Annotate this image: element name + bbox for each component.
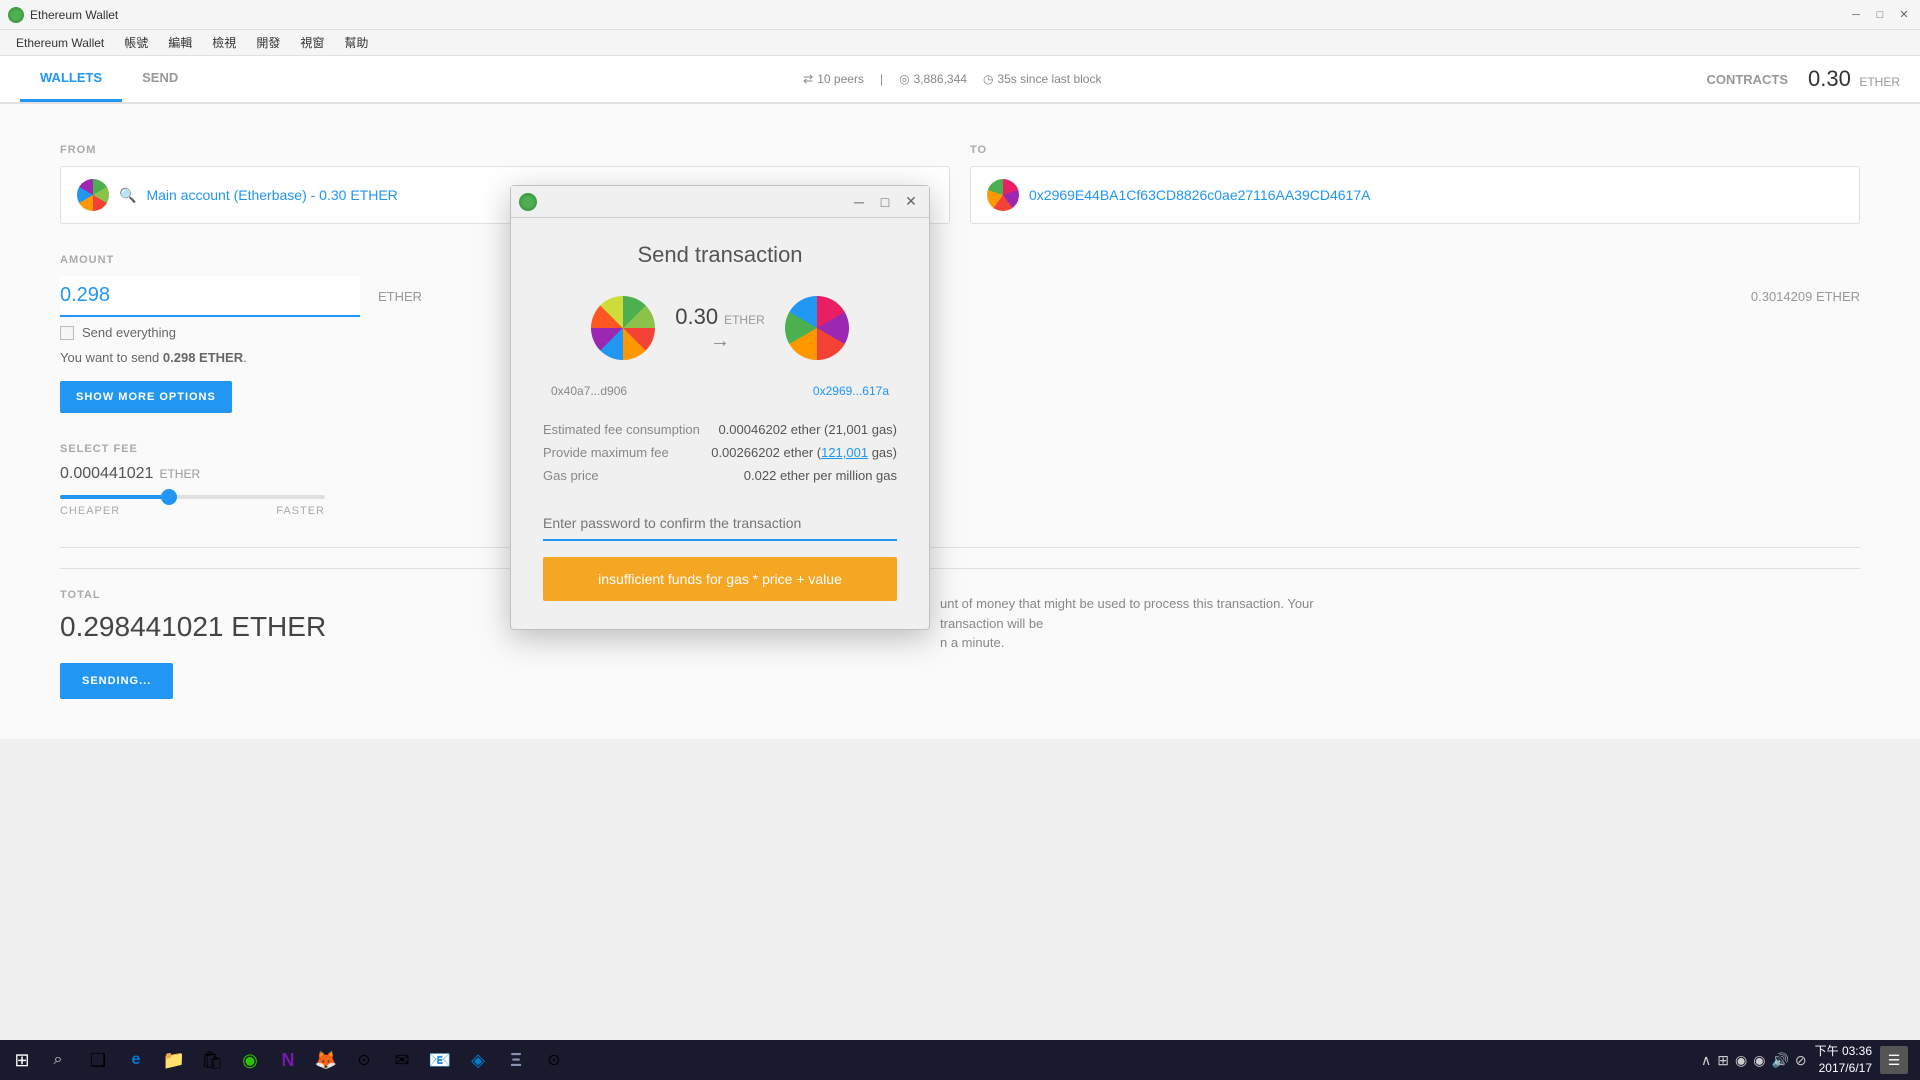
network-tray-icon[interactable]: ⊞: [1717, 1052, 1729, 1069]
fee-detail-row-0: Estimated fee consumption 0.00046202 eth…: [543, 418, 897, 441]
transfer-amount-unit: ETHER: [724, 313, 765, 327]
show-hidden-tray[interactable]: ∧: [1701, 1052, 1711, 1069]
fee-detail-label-0: Estimated fee consumption: [543, 422, 700, 437]
modal-overlay: ─ □ ✕ Send transaction 0.30 ETHER →: [0, 0, 1920, 1080]
tray-icon-5[interactable]: ⊘: [1795, 1052, 1807, 1069]
edge-icon[interactable]: e: [118, 1042, 154, 1078]
transfer-row: 0.30 ETHER →: [543, 296, 897, 360]
transfer-amount-display: 0.30 ETHER: [675, 304, 765, 330]
clock-time: 下午 03:36: [1815, 1043, 1872, 1060]
search-button[interactable]: ⌕: [40, 1042, 76, 1078]
from-address-short: 0x40a7...d906: [551, 384, 627, 398]
clock-date: 2017/6/17: [1815, 1060, 1872, 1077]
send-transaction-dialog: ─ □ ✕ Send transaction 0.30 ETHER →: [510, 185, 930, 630]
tray-icon-2[interactable]: ◉: [1735, 1052, 1747, 1069]
fee-detail-row-1: Provide maximum fee 0.00266202 ether (12…: [543, 441, 897, 464]
firefox-icon[interactable]: 🦊: [308, 1042, 344, 1078]
transfer-amount-value: 0.30: [675, 304, 718, 330]
taskbar-clock[interactable]: 下午 03:36 2017/6/17: [1815, 1043, 1872, 1077]
wechat-icon[interactable]: ◉: [232, 1042, 268, 1078]
fee-details: Estimated fee consumption 0.00046202 eth…: [543, 418, 897, 487]
chrome-icon-2[interactable]: ⊙: [536, 1042, 572, 1078]
modal-close-button[interactable]: ✕: [901, 192, 921, 212]
from-transfer-avatar: [591, 296, 655, 360]
modal-app-icon: [519, 193, 537, 211]
to-transfer-avatar: [785, 296, 849, 360]
fee-detail-value-2: 0.022 ether per million gas: [744, 468, 897, 483]
fee-detail-label-1: Provide maximum fee: [543, 445, 669, 460]
onenote-icon[interactable]: N: [270, 1042, 306, 1078]
transfer-addresses: 0x40a7...d906 0x2969...617a: [543, 384, 897, 398]
modal-win-controls: ─ □ ✕: [849, 192, 921, 212]
to-address-short: 0x2969...617a: [813, 384, 889, 398]
taskbar-icons: ❑ e 📁 🛍 ◉ N 🦊 ⊙ ✉ 📧 ◈ Ξ ⊙: [80, 1042, 572, 1078]
fee-detail-label-2: Gas price: [543, 468, 599, 483]
ethereum-taskbar-icon[interactable]: Ξ: [498, 1042, 534, 1078]
fee-detail-value-0: 0.00046202 ether (21,001 gas): [718, 422, 897, 437]
modal-titlebar: ─ □ ✕: [511, 186, 929, 218]
fee-detail-value-1: 0.00266202 ether (121,001 gas): [711, 445, 897, 460]
chrome-icon-1[interactable]: ⊙: [346, 1042, 382, 1078]
password-input[interactable]: [543, 507, 897, 541]
store-icon[interactable]: 🛍: [194, 1042, 230, 1078]
task-view-button[interactable]: ❑: [80, 1042, 116, 1078]
modal-maximize-button[interactable]: □: [875, 192, 895, 212]
tray-icon-3[interactable]: ◉: [1753, 1052, 1765, 1069]
mail-icon[interactable]: 📧: [422, 1042, 458, 1078]
taskbar-right: ∧ ⊞ ◉ ◉ 🔊 ⊘ 下午 03:36 2017/6/17 ☰: [1701, 1043, 1916, 1077]
transfer-amount: 0.30 ETHER →: [675, 304, 765, 353]
volume-tray-icon[interactable]: 🔊: [1771, 1052, 1788, 1069]
modal-heading: Send transaction: [543, 242, 897, 268]
fee-detail-row-2: Gas price 0.022 ether per million gas: [543, 464, 897, 487]
vscode-icon[interactable]: ◈: [460, 1042, 496, 1078]
notification-center-button[interactable]: ☰: [1880, 1046, 1908, 1074]
taskbar: ⊞ ⌕ ❑ e 📁 🛍 ◉ N 🦊 ⊙ ✉ 📧 ◈ Ξ ⊙ ∧ ⊞ ◉ ◉ 🔊 …: [0, 1040, 1920, 1080]
outlook-icon[interactable]: ✉: [384, 1042, 420, 1078]
transfer-arrow: →: [710, 330, 730, 353]
explorer-icon[interactable]: 📁: [156, 1042, 192, 1078]
modal-body: Send transaction 0.30 ETHER → 0x40a7...d…: [511, 218, 929, 629]
max-fee-link[interactable]: 121,001: [821, 445, 868, 460]
modal-minimize-button[interactable]: ─: [849, 192, 869, 212]
start-button[interactable]: ⊞: [4, 1042, 40, 1078]
insufficient-funds-button: insufficient funds for gas * price + val…: [543, 557, 897, 601]
system-tray: ∧ ⊞ ◉ ◉ 🔊 ⊘: [1701, 1052, 1807, 1069]
